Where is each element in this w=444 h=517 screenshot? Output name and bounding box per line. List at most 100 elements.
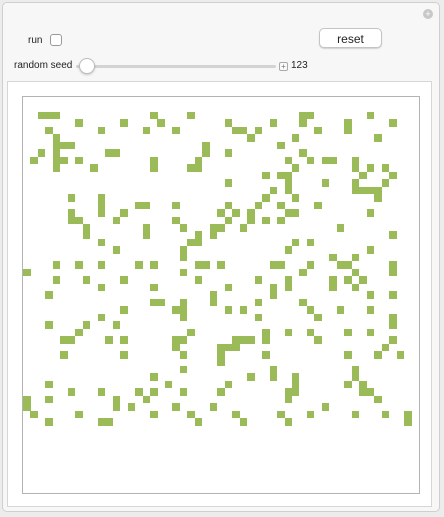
- live-cell: [299, 111, 307, 120]
- live-cell: [67, 209, 76, 217]
- live-cell: [37, 149, 46, 157]
- expand-controls-icon[interactable]: +: [279, 62, 288, 71]
- live-cell: [150, 373, 158, 381]
- random-seed-slider-thumb[interactable]: [79, 58, 95, 74]
- live-cell: [351, 283, 360, 292]
- live-cell: [150, 283, 158, 292]
- live-cell: [150, 164, 158, 172]
- live-cell: [67, 388, 76, 396]
- live-cell: [351, 373, 360, 381]
- live-cell: [105, 149, 113, 157]
- live-cell: [389, 336, 397, 344]
- live-cell: [60, 336, 68, 344]
- live-cell: [112, 149, 121, 157]
- live-cell: [112, 246, 121, 254]
- live-cell: [112, 403, 121, 411]
- live-cell: [157, 119, 165, 127]
- live-cell: [247, 134, 255, 142]
- live-cell: [97, 283, 106, 292]
- live-cell: [389, 261, 397, 269]
- live-cell: [291, 380, 300, 389]
- live-cell: [314, 336, 322, 344]
- live-cell: [299, 119, 307, 127]
- live-cell: [291, 238, 300, 247]
- live-cell: [150, 156, 158, 165]
- live-cell: [389, 313, 397, 322]
- run-checkbox[interactable]: [50, 34, 62, 46]
- live-cell: [374, 186, 382, 195]
- live-cell: [45, 126, 53, 135]
- live-cell: [97, 194, 106, 202]
- live-cell: [366, 306, 375, 314]
- live-cell: [75, 156, 83, 165]
- live-cell: [404, 418, 412, 426]
- live-cell: [23, 395, 31, 404]
- live-cell: [284, 171, 292, 180]
- live-cell: [142, 201, 151, 210]
- live-cell: [217, 351, 225, 359]
- live-cell: [52, 111, 61, 120]
- live-cell: [351, 156, 360, 165]
- live-cell: [120, 306, 128, 314]
- live-cell: [254, 298, 263, 307]
- live-cell: [187, 328, 195, 337]
- live-cell: [150, 388, 158, 396]
- live-cell: [336, 306, 345, 314]
- live-cell: [97, 238, 106, 247]
- live-cell: [284, 388, 292, 396]
- live-cell: [277, 261, 285, 269]
- live-cell: [172, 201, 180, 210]
- live-cell: [90, 164, 98, 172]
- live-cell: [52, 141, 61, 150]
- live-cell: [284, 283, 292, 292]
- live-cell: [67, 216, 76, 225]
- live-cell: [359, 380, 367, 389]
- live-cell: [344, 328, 352, 337]
- live-cell: [82, 321, 91, 329]
- live-cell: [45, 291, 53, 299]
- live-cell: [52, 149, 61, 157]
- live-cell: [75, 410, 83, 419]
- live-cell: [239, 126, 248, 135]
- plus-icon[interactable]: +: [423, 9, 433, 19]
- live-cell: [344, 261, 352, 269]
- live-cell: [269, 365, 278, 374]
- reset-button[interactable]: reset: [319, 28, 382, 48]
- live-cell: [120, 209, 128, 217]
- live-cell: [321, 156, 330, 165]
- random-seed-slider-track[interactable]: [76, 65, 276, 68]
- live-cell: [127, 403, 136, 411]
- live-cell: [224, 283, 233, 292]
- live-cell: [135, 201, 143, 210]
- live-cell: [194, 238, 203, 247]
- live-cell: [224, 119, 233, 127]
- live-cell: [224, 306, 233, 314]
- live-cell: [45, 321, 53, 329]
- live-cell: [291, 134, 300, 142]
- live-cell: [142, 224, 151, 232]
- live-cell: [142, 231, 151, 239]
- live-cell: [172, 216, 180, 225]
- live-cell: [366, 291, 375, 299]
- live-cell: [194, 418, 203, 426]
- live-cell: [277, 171, 285, 180]
- live-cell: [284, 156, 292, 165]
- live-cell: [389, 231, 397, 239]
- live-cell: [254, 276, 263, 284]
- live-cell: [291, 209, 300, 217]
- live-cell: [224, 216, 233, 225]
- live-cell: [366, 328, 375, 337]
- live-cell: [217, 358, 225, 366]
- live-cell: [351, 253, 360, 262]
- live-cell: [351, 410, 360, 419]
- live-cell: [97, 313, 106, 322]
- live-cell: [306, 111, 315, 120]
- live-cell: [45, 380, 53, 389]
- live-cell: [179, 388, 188, 396]
- live-cell: [389, 291, 397, 299]
- live-cell: [262, 171, 270, 180]
- live-cell: [164, 380, 173, 389]
- live-cell: [329, 276, 337, 284]
- live-cell: [187, 164, 195, 172]
- live-cell: [209, 298, 218, 307]
